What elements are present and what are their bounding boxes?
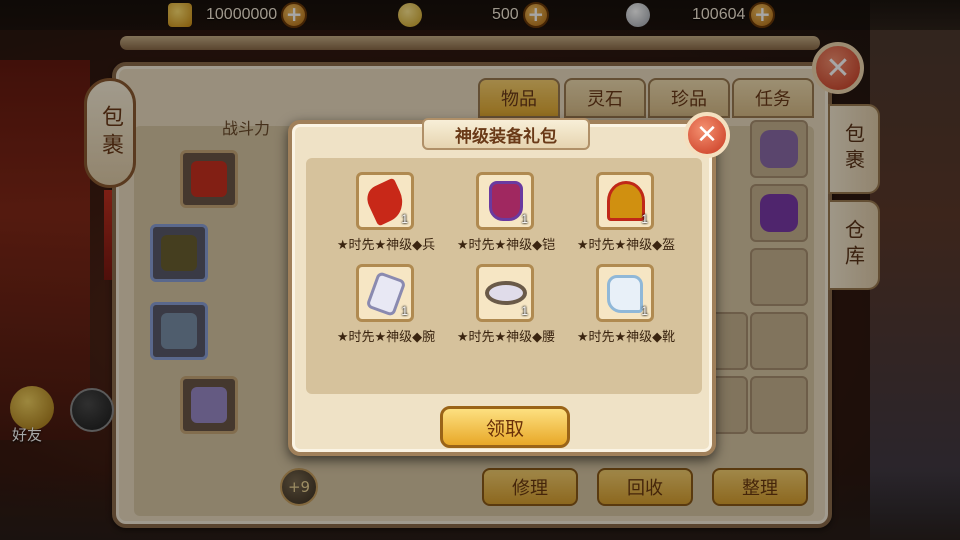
gift-pack-dialog: 神级装备礼包 1 ★时先★神级◆兵 1 ★时先★神级◆铠 1 ★时先★神级◆盔 … bbox=[288, 112, 730, 456]
dialog-title: 神级装备礼包 bbox=[455, 127, 557, 147]
gift-item-qty: 1 bbox=[401, 304, 408, 318]
gift-item-qty: 1 bbox=[521, 212, 528, 226]
gift-item-name: ★时先★神级◆腕 bbox=[336, 330, 436, 345]
gift-item-name: ★时先★神级◆腰 bbox=[456, 330, 556, 345]
gift-item-icon-frame: 1 bbox=[596, 172, 654, 230]
belt-icon bbox=[485, 281, 527, 305]
gift-item-name: ★时先★神级◆兵 bbox=[336, 238, 436, 253]
gift-item-icon-frame: 1 bbox=[476, 172, 534, 230]
gift-item-qty: 1 bbox=[401, 212, 408, 226]
helmet-icon bbox=[607, 181, 645, 221]
gift-item-qty: 1 bbox=[641, 212, 648, 226]
close-dialog-button[interactable]: ✕ bbox=[684, 112, 730, 158]
gift-item-qty: 1 bbox=[521, 304, 528, 318]
gift-item-icon-frame: 1 bbox=[356, 172, 414, 230]
gift-item-icon-frame: 1 bbox=[596, 264, 654, 322]
armor-icon bbox=[489, 181, 523, 221]
gift-item-qty: 1 bbox=[641, 304, 648, 318]
gift-item-name: ★时先★神级◆铠 bbox=[456, 238, 556, 253]
gift-item-icon-frame: 1 bbox=[476, 264, 534, 322]
gift-item[interactable]: 1 ★时先★神级◆铠 bbox=[446, 172, 566, 258]
gift-item-name: ★时先★神级◆靴 bbox=[576, 330, 676, 345]
gift-item[interactable]: 1 ★时先★神级◆兵 bbox=[326, 172, 446, 258]
gift-item[interactable]: 1 ★时先★神级◆腰 bbox=[446, 264, 566, 350]
gift-item[interactable]: 1 ★时先★神级◆腕 bbox=[326, 264, 446, 350]
boots-icon bbox=[607, 275, 643, 313]
gift-item-name: ★时先★神级◆盔 bbox=[576, 238, 676, 253]
gift-item[interactable]: 1 ★时先★神级◆靴 bbox=[566, 264, 686, 350]
gift-item[interactable]: 1 ★时先★神级◆盔 bbox=[566, 172, 686, 258]
gift-item-icon-frame: 1 bbox=[356, 264, 414, 322]
claim-button[interactable]: 领取 bbox=[440, 406, 570, 448]
